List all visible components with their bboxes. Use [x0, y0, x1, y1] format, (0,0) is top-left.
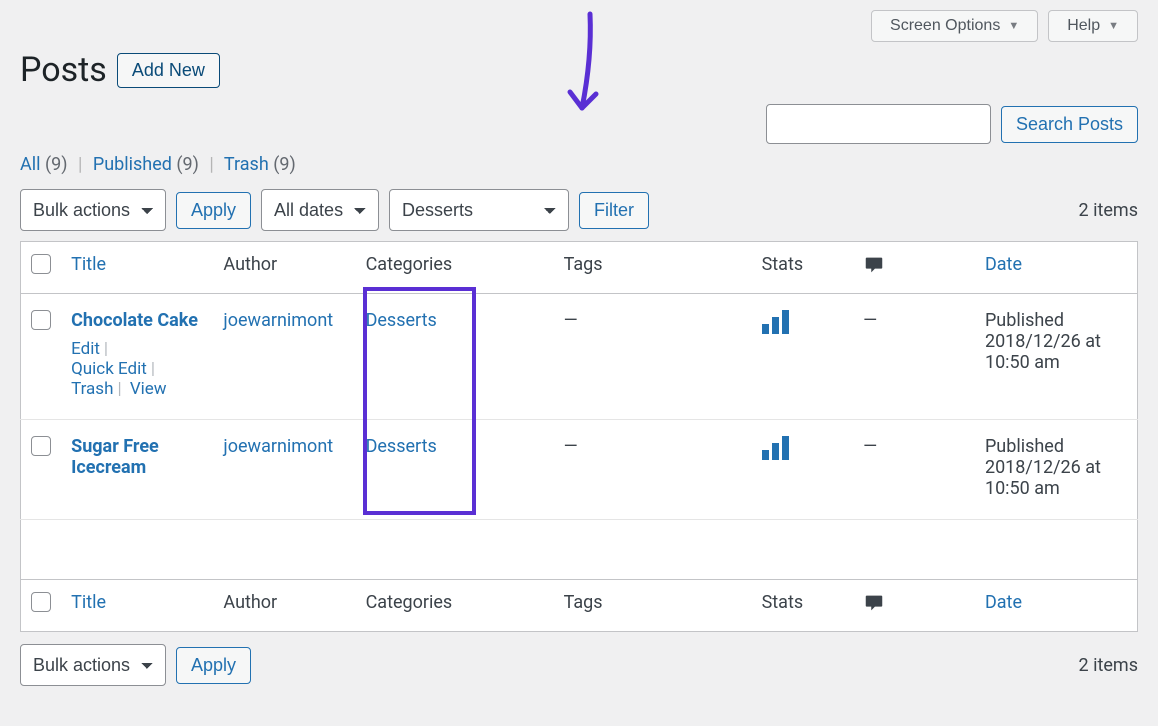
row-checkbox[interactable]	[31, 436, 51, 456]
select-all-checkbox[interactable]	[31, 254, 51, 274]
col-date-foot[interactable]: Date	[985, 592, 1022, 613]
add-new-button[interactable]: Add New	[117, 53, 220, 88]
date-cell: Published 2018/12/26 at 10:50 am	[975, 294, 1138, 420]
date-filter-select[interactable]: All dates	[261, 189, 379, 231]
col-author-foot: Author	[213, 580, 355, 632]
select-all-checkbox-bottom[interactable]	[31, 592, 51, 612]
table-row: Chocolate Cake Edit| Quick Edit| Trash| …	[21, 294, 1138, 420]
items-count-bottom: 2 items	[1079, 655, 1138, 676]
edit-link[interactable]: Edit	[71, 339, 100, 359]
post-title-link[interactable]: Chocolate Cake	[71, 310, 198, 331]
col-title[interactable]: Title	[71, 254, 106, 275]
status-filter-links: All (9) | Published (9) | Trash (9)	[20, 154, 1138, 175]
chevron-down-icon: ▼	[1108, 20, 1119, 32]
category-filter-select[interactable]: Desserts	[389, 189, 569, 231]
search-input[interactable]	[766, 104, 991, 144]
row-checkbox[interactable]	[31, 310, 51, 330]
bulk-actions-select[interactable]: Bulk actions	[20, 189, 166, 231]
tags-cell: —	[564, 436, 578, 457]
search-posts-button[interactable]: Search Posts	[1001, 106, 1138, 143]
author-link[interactable]: joewarnimont	[223, 436, 333, 457]
quick-edit-link[interactable]: Quick Edit	[71, 359, 147, 379]
col-categories: Categories	[356, 242, 554, 294]
table-spacer-row	[21, 520, 1138, 580]
comment-icon	[863, 592, 885, 610]
col-comments	[853, 242, 975, 294]
filter-all-link[interactable]: All	[20, 154, 41, 175]
table-row: Sugar Free Icecream joewarnimont Dessert…	[21, 420, 1138, 520]
filter-trash-link[interactable]: Trash	[224, 154, 269, 175]
help-label: Help	[1067, 17, 1100, 35]
tags-cell: —	[564, 310, 578, 331]
col-comments-foot	[853, 580, 975, 632]
posts-table: Title Author Categories Tags Stats Date	[20, 241, 1138, 632]
col-stats: Stats	[752, 242, 854, 294]
comments-cell: —	[863, 310, 877, 331]
author-link[interactable]: joewarnimont	[223, 310, 333, 331]
col-tags-foot: Tags	[554, 580, 752, 632]
screen-options-label: Screen Options	[890, 17, 1000, 35]
filter-published-link[interactable]: Published	[93, 154, 172, 175]
apply-button[interactable]: Apply	[176, 192, 251, 229]
stats-icon[interactable]	[762, 436, 789, 460]
row-actions: Edit| Quick Edit| Trash| View	[71, 339, 203, 399]
screen-options-button[interactable]: Screen Options ▼	[871, 10, 1038, 42]
page-title: Posts	[20, 50, 107, 90]
bulk-actions-select-bottom[interactable]: Bulk actions	[20, 644, 166, 686]
chevron-down-icon: ▼	[1008, 20, 1019, 32]
col-stats-foot: Stats	[752, 580, 854, 632]
col-author: Author	[213, 242, 355, 294]
trash-link[interactable]: Trash	[71, 379, 113, 399]
comments-cell: —	[863, 436, 877, 457]
comment-icon	[863, 254, 885, 272]
category-link[interactable]: Desserts	[366, 436, 437, 457]
post-title-link[interactable]: Sugar Free Icecream	[71, 436, 159, 478]
col-categories-foot: Categories	[356, 580, 554, 632]
view-link[interactable]: View	[130, 379, 167, 399]
col-tags: Tags	[554, 242, 752, 294]
stats-icon[interactable]	[762, 310, 789, 334]
date-cell: Published 2018/12/26 at 10:50 am	[975, 420, 1138, 520]
apply-button-bottom[interactable]: Apply	[176, 647, 251, 684]
col-title-foot[interactable]: Title	[71, 592, 106, 613]
help-button[interactable]: Help ▼	[1048, 10, 1138, 42]
category-link[interactable]: Desserts	[366, 310, 437, 331]
filter-button[interactable]: Filter	[579, 192, 649, 229]
items-count: 2 items	[1079, 200, 1138, 221]
col-date[interactable]: Date	[985, 254, 1022, 275]
